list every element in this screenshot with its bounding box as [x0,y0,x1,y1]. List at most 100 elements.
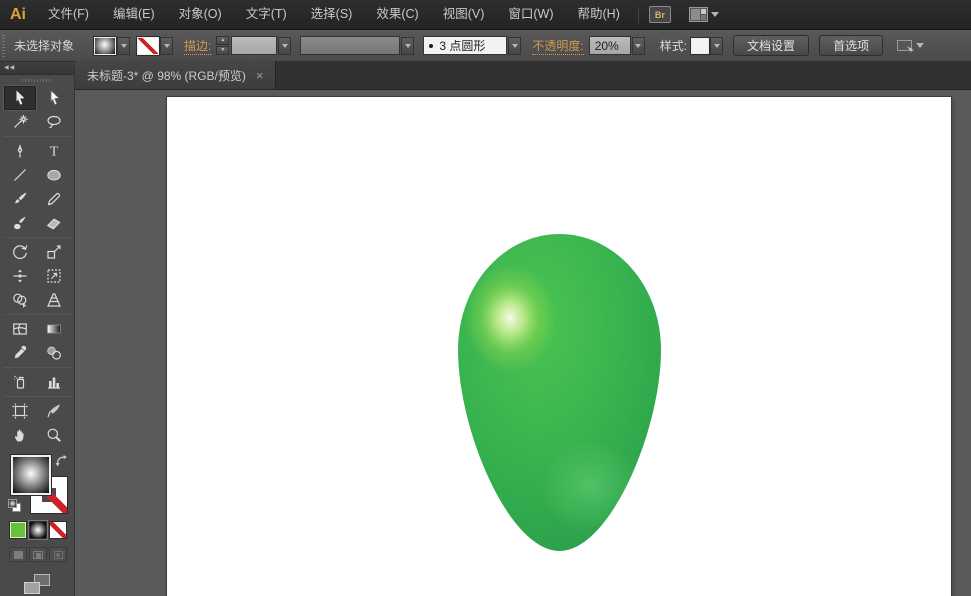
stroke-weight-dropdown-button[interactable] [278,36,292,55]
workspace-switcher[interactable] [688,7,719,22]
menu-effect[interactable]: 效果(C) [364,0,430,29]
paintbrush-tool[interactable] [4,187,36,211]
perspective-grid-tool[interactable] [38,288,70,312]
blend-tool[interactable] [38,341,70,365]
direct-selection-tool[interactable] [38,86,70,110]
balloon-highlight [464,264,556,372]
opacity-panel-link[interactable]: 不透明度: [532,37,584,55]
draw-normal-icon[interactable] [9,547,27,562]
width-tool-icon [13,269,27,283]
menu-select[interactable]: 选择(S) [299,0,365,29]
width-profile-field[interactable] [300,36,401,55]
width-profile-combobox[interactable] [300,36,415,55]
artboard-tool-icon [12,403,28,419]
brush-combobox[interactable]: 3 点圆形 [423,36,522,55]
scale-tool-icon [47,245,61,259]
panel-grip[interactable] [2,34,5,57]
style-swatch-icon[interactable] [691,37,710,54]
stroke-dropdown-button[interactable] [160,36,174,55]
chevron-down-icon [916,43,925,48]
illustrator-logo: Ai [10,5,26,23]
type-tool[interactable]: T [38,139,70,163]
gradient-tool[interactable] [38,317,70,341]
opacity-field[interactable]: 20% [588,36,631,55]
eyedropper-tool[interactable] [4,341,36,365]
scale-tool[interactable] [38,240,70,264]
rotate-tool-icon [13,245,28,260]
control-panel-menu[interactable] [897,40,925,54]
blob-brush-tool-icon [14,216,26,230]
magic-wand-tool[interactable] [4,110,36,134]
preferences-button[interactable]: 首选项 [819,35,884,56]
fill-proxy-swatch[interactable] [11,455,51,495]
column-graph-tool[interactable] [38,370,70,394]
pen-tool[interactable] [4,139,36,163]
selection-tool[interactable] [4,86,36,110]
symbol-sprayer-tool[interactable] [4,370,36,394]
menu-view[interactable]: 视图(V) [431,0,497,29]
zoom-tool[interactable] [38,423,70,447]
document-tab[interactable]: 未标题-3* @ 98% (RGB/预览) × [75,61,277,89]
none-button[interactable] [49,521,67,539]
blob-brush-tool[interactable] [4,211,36,235]
shape-builder-tool[interactable] [4,288,36,312]
default-fill-stroke-icon[interactable] [8,499,21,512]
menu-file[interactable]: 文件(F) [36,0,101,29]
free-transform-tool[interactable] [38,264,70,288]
balloon-reflection [540,440,640,532]
mesh-tool[interactable] [4,317,36,341]
width-profile-dropdown-button[interactable] [401,36,415,55]
fill-dropdown-button[interactable] [117,36,131,55]
line-segment-tool[interactable] [4,163,36,187]
gradient-button[interactable] [29,521,47,539]
menu-edit[interactable]: 编辑(E) [101,0,167,29]
stepper-down-icon[interactable]: ▼ [216,46,230,55]
document-setup-button[interactable]: 文档设置 [733,35,810,56]
tab-close-icon[interactable]: × [256,69,264,82]
artboard-tool[interactable] [4,399,36,423]
green-balloon-shape[interactable] [458,234,661,551]
opacity-dropdown-button[interactable] [631,36,645,55]
stroke-weight-field[interactable] [231,36,278,55]
pencil-tool[interactable] [38,187,70,211]
tools-panel-collapse[interactable]: ◀◀ [0,62,74,75]
menu-window[interactable]: 窗口(W) [496,0,565,29]
stroke-weight-combobox[interactable] [231,36,292,55]
change-screen-mode-icon[interactable] [24,574,50,594]
brush-dropdown-button[interactable] [508,36,522,55]
color-button[interactable] [9,521,27,539]
menu-help[interactable]: 帮助(H) [566,0,632,29]
fill-color-control[interactable] [94,36,131,55]
eraser-tool[interactable] [38,211,70,235]
rotate-tool[interactable] [4,240,36,264]
control-bar: 未选择对象 描边: ▲ ▼ 3 点圆形 不透明度: 20% 样式: 文档设置 首 [0,30,971,62]
stroke-panel-link[interactable]: 描边: [184,37,212,55]
menu-object[interactable]: 对象(O) [167,0,234,29]
stroke-none-swatch-icon[interactable] [137,36,160,55]
swap-fill-stroke-icon[interactable] [55,454,68,472]
tool-group-divider [3,237,71,238]
brush-field[interactable]: 3 点圆形 [423,36,508,55]
control-panel-menu-icon [897,40,915,54]
paint-mode-buttons [0,521,74,539]
canvas-pasteboard[interactable] [75,90,971,596]
tools-panel-grip[interactable] [0,75,74,86]
ellipse-tool[interactable] [38,163,70,187]
hand-tool[interactable] [4,423,36,447]
style-dropdown-button[interactable] [710,36,724,55]
opacity-combobox[interactable]: 20% [588,36,645,55]
menu-type[interactable]: 文字(T) [234,0,299,29]
eyedropper-tool-icon [14,345,27,359]
draw-inside-icon[interactable] [49,547,67,562]
stroke-weight-stepper[interactable]: ▲ ▼ [216,36,230,55]
stepper-up-icon[interactable]: ▲ [216,36,230,45]
column-graph-tool-icon [48,377,60,389]
width-tool[interactable] [4,264,36,288]
lasso-tool[interactable] [38,110,70,134]
slice-tool[interactable] [38,399,70,423]
style-control[interactable] [691,36,724,55]
fill-gradient-swatch-icon[interactable] [94,36,117,55]
draw-behind-icon[interactable] [29,547,47,562]
bridge-icon[interactable]: Br [648,6,671,23]
stroke-color-control[interactable] [137,36,174,55]
